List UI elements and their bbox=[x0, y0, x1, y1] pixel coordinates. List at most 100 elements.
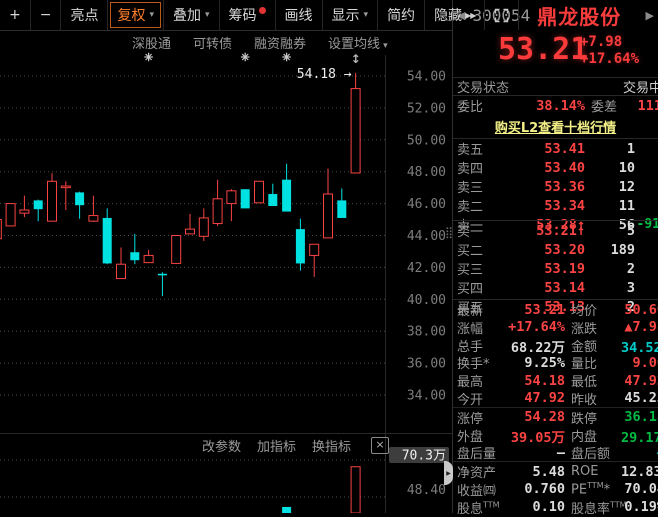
price-change-pct: +17.64% bbox=[580, 51, 639, 68]
stat-value: ▲7.98 bbox=[624, 319, 658, 335]
price-change: +7.98 bbox=[580, 34, 639, 51]
stat-label: 盘后量 bbox=[457, 443, 507, 462]
toolbar-button-adjust-price[interactable]: 复权▾ bbox=[108, 0, 164, 30]
stat-value: 70.04 bbox=[624, 481, 658, 497]
stat-label: 涨停 bbox=[457, 408, 507, 427]
trade-status-value: 交易中 bbox=[623, 77, 658, 96]
panel-collapse-button[interactable]: ▶ bbox=[444, 461, 453, 485]
chevron-down-icon: ▾ bbox=[383, 41, 388, 51]
chevron-down-icon: ▾ bbox=[149, 10, 154, 20]
toolbar-button-chips[interactable]: 筹码 bbox=[220, 0, 276, 30]
toolbar-button-label: 显示 bbox=[332, 5, 360, 25]
stock-name: 鼎龙股份 bbox=[537, 1, 621, 30]
level-size: 189 bbox=[611, 242, 635, 258]
subtoolbar-sz-connect[interactable]: 深股通 bbox=[132, 33, 171, 52]
level-label: 买二 bbox=[457, 240, 501, 259]
toolbar-button-label: + bbox=[9, 7, 21, 23]
svg-text:46.00: 46.00 bbox=[407, 197, 446, 212]
toolbar-button-zoom-in[interactable]: + bbox=[0, 0, 31, 30]
next-stock-icon[interactable]: ▶ bbox=[646, 9, 654, 22]
level-price: 53.34 bbox=[544, 198, 585, 214]
bid-row[interactable]: 买二 53.20 189 bbox=[453, 240, 658, 259]
level-price: 53.40 bbox=[544, 160, 585, 176]
toolbar-button-label: 亮点 bbox=[70, 5, 98, 25]
level-size: 12 bbox=[619, 179, 635, 195]
stat-value: 0.760 bbox=[524, 481, 565, 497]
subtoolbar-margin-trading[interactable]: 融资融券 bbox=[254, 33, 306, 52]
svg-text:34.00: 34.00 bbox=[407, 389, 446, 404]
stat-label: 昨收 bbox=[565, 389, 621, 408]
level-label: 卖四 bbox=[457, 158, 501, 177]
stat-label: PETTM* bbox=[565, 481, 621, 497]
collapse-arrow-icon: ▶ bbox=[446, 470, 451, 477]
stat-label: 今开 bbox=[457, 389, 507, 408]
ask-row[interactable]: 卖三53.3612 bbox=[453, 177, 658, 196]
label-text: PE bbox=[571, 483, 587, 498]
level-size: 3 bbox=[627, 280, 635, 296]
stat-row: 总手68.22万金额34.52亿 bbox=[453, 336, 658, 354]
svg-text:↕: ↕ bbox=[351, 52, 361, 66]
toolbar-button-zoom-out[interactable]: − bbox=[31, 0, 62, 30]
stat-value: 45.23 bbox=[624, 390, 658, 406]
subtoolbar-label: 设置均线 bbox=[328, 37, 380, 52]
stat-label: 外盘 bbox=[457, 426, 507, 445]
l2-purchase-link[interactable]: 购买L2查看十档行情 bbox=[453, 115, 658, 138]
indicator-action-1[interactable]: 加指标 bbox=[257, 436, 296, 455]
level-price: 53.19 bbox=[544, 261, 585, 277]
toolbar-button-hide[interactable]: 隐藏▶▶ bbox=[425, 0, 485, 30]
indicator-action-0[interactable]: 改参数 bbox=[202, 436, 241, 455]
stat-label: 盘后额 bbox=[565, 443, 621, 462]
level-size: 1 bbox=[627, 141, 635, 157]
double-arrow-icon: ▶▶ bbox=[465, 11, 475, 20]
stat-value: 50.60 bbox=[624, 302, 658, 318]
subtoolbar-label: 融资融券 bbox=[254, 37, 306, 52]
bid-row[interactable]: 买三53.192 bbox=[453, 259, 658, 278]
toolbar-button-fullscreen[interactable] bbox=[485, 0, 519, 30]
close-indicator-button[interactable]: × bbox=[371, 437, 389, 454]
stat-row: 收益㈣0.760PETTM*70.04 bbox=[453, 480, 658, 498]
stat-value: 5.48 bbox=[532, 464, 565, 480]
svg-text:50.00: 50.00 bbox=[407, 133, 446, 148]
weicha-label: 委差 bbox=[585, 96, 629, 115]
ask-row[interactable]: 卖四53.4010 bbox=[453, 158, 658, 177]
weicha-value: 111 bbox=[638, 98, 658, 114]
stat-row: 涨幅+17.64%涨跌▲7.98 bbox=[453, 318, 658, 336]
stat-value: — bbox=[557, 445, 565, 461]
toolbar-button-label: 隐藏 bbox=[434, 5, 462, 25]
toolbar-button-highlight[interactable]: 亮点 bbox=[61, 0, 108, 30]
bid-queue: 买一53.21↑5买二53.20189买三53.192买四53.143买五53.… bbox=[453, 221, 658, 299]
stat-label: 涨跌 bbox=[565, 318, 621, 337]
stat-label: 金额 bbox=[565, 336, 621, 355]
stat-row: 最高54.18最低47.92 bbox=[453, 371, 658, 389]
stat-value: +17.64% bbox=[508, 319, 565, 335]
stat-label: 量比 bbox=[565, 353, 621, 372]
indicator-toolbar: 改参数加指标换指标 × bbox=[0, 436, 389, 454]
stat-label: 内盘 bbox=[565, 426, 621, 445]
subtoolbar-ma-settings[interactable]: 设置均线▾ bbox=[328, 33, 388, 52]
ask-row[interactable]: 卖二53.3411 bbox=[453, 196, 658, 215]
level-label: 卖五 bbox=[457, 139, 501, 158]
subtoolbar-label: 深股通 bbox=[132, 37, 171, 52]
level-price: 53.20 bbox=[544, 242, 585, 258]
bid-row[interactable]: 买一53.21↑5 bbox=[453, 221, 658, 240]
ask-row[interactable]: 卖五53.411 bbox=[453, 139, 658, 158]
red-dot-badge bbox=[259, 7, 266, 14]
label-suffix: * bbox=[604, 483, 611, 498]
chart-region: 54.0052.0050.0048.0046.0044.0042.0040.00… bbox=[0, 0, 452, 513]
toolbar-button-label: 画线 bbox=[285, 5, 313, 25]
panel-resize-grip-icon[interactable]: ⣿ bbox=[445, 226, 453, 239]
stat-value: 54.28 bbox=[524, 409, 565, 425]
toolbar-button-draw-line[interactable]: 画线 bbox=[276, 0, 323, 30]
subtoolbar-convertible-bond[interactable]: 可转债 bbox=[193, 33, 232, 52]
bid-row[interactable]: 买四53.143 bbox=[453, 278, 658, 297]
indicator-action-2[interactable]: 换指标 bbox=[312, 436, 351, 455]
toolbar-button-display[interactable]: 显示▾ bbox=[323, 0, 379, 30]
stat-value: 39.05万 bbox=[511, 426, 565, 446]
toolbar-button-simple-mode[interactable]: 简约 bbox=[378, 0, 425, 30]
stat-label: 最低 bbox=[565, 371, 621, 390]
toolbar-button-overlay[interactable]: 叠加▾ bbox=[164, 0, 220, 30]
stat-label: 换手* bbox=[457, 353, 507, 372]
stat-label: 均价 bbox=[565, 300, 621, 319]
last-price: 53.21 bbox=[498, 32, 588, 67]
fullscreen-icon bbox=[494, 8, 509, 23]
